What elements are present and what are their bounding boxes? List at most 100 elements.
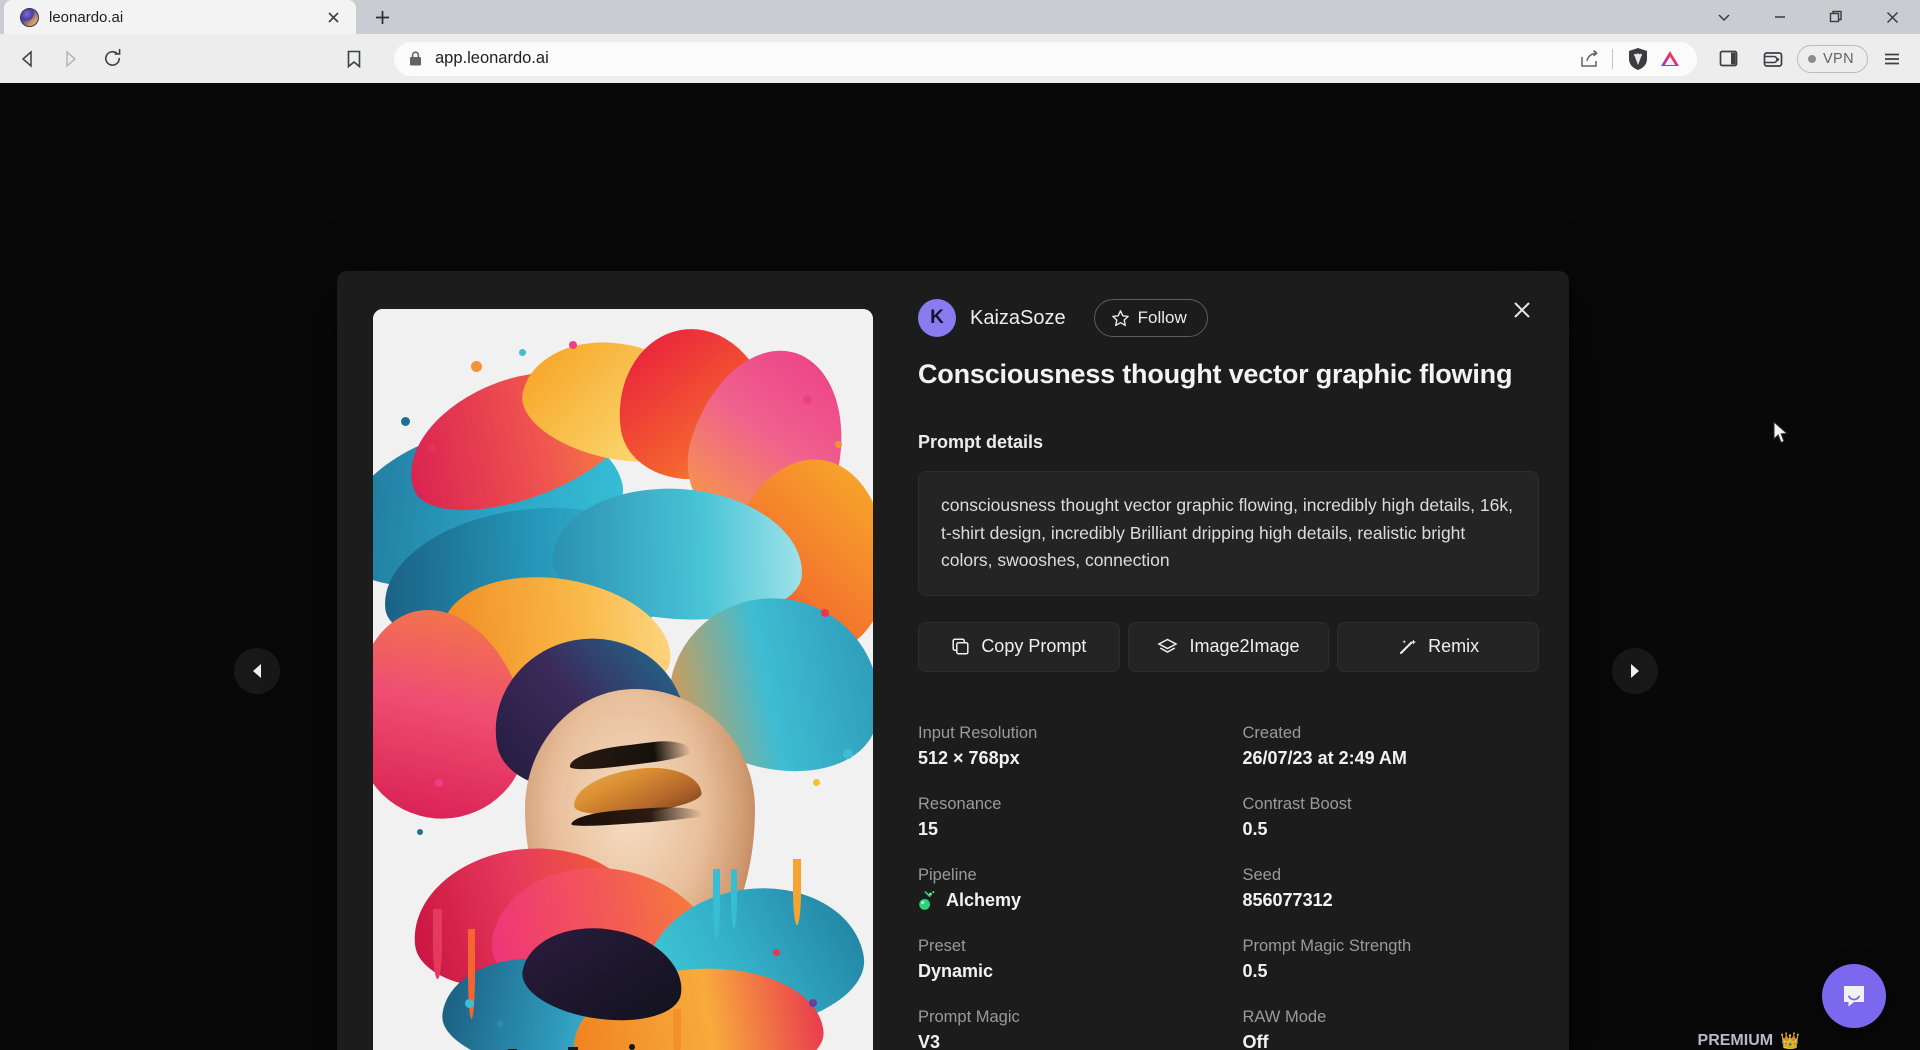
url-bar[interactable]: app.leonardo.ai (394, 42, 1697, 76)
metadata-item: Pipeline Alchemy (918, 866, 1215, 911)
share-icon[interactable] (1578, 48, 1600, 70)
tab-search-chevron-icon[interactable] (1696, 0, 1752, 34)
brave-leo-ai-icon[interactable] (1657, 46, 1683, 72)
follow-label: Follow (1138, 308, 1187, 328)
vpn-button[interactable]: VPN (1797, 45, 1868, 73)
web-page: K KaizaSoze Follow Consciousness thought… (0, 83, 1920, 1050)
metadata-item: Prompt Magic V3 (918, 1008, 1215, 1050)
metadata-key: Preset (918, 937, 1215, 956)
forward-icon (50, 39, 90, 79)
sidebar-toggle-icon[interactable] (1709, 39, 1749, 79)
generated-image[interactable] (373, 309, 873, 1050)
window-controls (1696, 0, 1920, 34)
vpn-label: VPN (1823, 51, 1854, 67)
metadata-item: Created 26/07/23 at 2:49 AM (1243, 724, 1540, 769)
copy-prompt-button[interactable]: Copy Prompt (918, 622, 1120, 672)
image2image-label: Image2Image (1189, 636, 1299, 657)
tab-close-icon[interactable] (322, 6, 344, 28)
mouse-cursor (1773, 421, 1789, 445)
metadata-key: Created (1243, 724, 1540, 743)
metadata-grid: Input Resolution 512 × 768px Created 26/… (918, 724, 1539, 1050)
intercom-chat-icon (1839, 981, 1869, 1011)
prompt-text: consciousness thought vector graphic flo… (941, 492, 1516, 575)
intercom-chat-button[interactable] (1822, 964, 1886, 1028)
lock-icon (408, 50, 423, 67)
bottom-status-strip: PREMIUM 👑 (1698, 1032, 1800, 1050)
copy-icon (951, 637, 970, 656)
previous-image-arrow-icon[interactable] (234, 648, 280, 694)
metadata-value: 512 × 768px (918, 748, 1215, 769)
next-image-arrow-icon[interactable] (1612, 648, 1658, 694)
author-name[interactable]: KaizaSoze (970, 307, 1066, 330)
close-window-icon[interactable] (1864, 0, 1920, 34)
new-tab-button[interactable] (364, 2, 400, 32)
metadata-value-pipeline: Alchemy (918, 890, 1215, 911)
page-title: Consciousness thought vector graphic flo… (918, 359, 1539, 390)
star-icon (1111, 309, 1130, 328)
metadata-value: Dynamic (918, 961, 1215, 982)
metadata-key: Prompt Magic Strength (1243, 937, 1540, 956)
metadata-key: RAW Mode (1243, 1008, 1540, 1027)
browser-tab[interactable]: leonardo.ai (4, 0, 356, 34)
bookmark-icon[interactable] (334, 39, 374, 79)
remix-label: Remix (1428, 636, 1479, 657)
bottom-status-text: PREMIUM (1698, 1032, 1774, 1050)
metadata-item: Seed 856077312 (1243, 866, 1540, 911)
tab-strip: leonardo.ai (0, 0, 1920, 34)
brave-wallet-icon[interactable] (1753, 39, 1793, 79)
pipeline-label: Alchemy (946, 890, 1021, 911)
close-modal-icon[interactable] (1505, 293, 1539, 327)
leonardo-favicon-icon (20, 8, 39, 27)
artwork-canvas (373, 309, 873, 1050)
back-icon[interactable] (8, 39, 48, 79)
restore-icon[interactable] (1808, 0, 1864, 34)
follow-button[interactable]: Follow (1094, 299, 1208, 337)
metadata-key: Prompt Magic (918, 1008, 1215, 1027)
metadata-key: Contrast Boost (1243, 795, 1540, 814)
alchemy-flask-icon (918, 890, 937, 911)
prompt-box[interactable]: consciousness thought vector graphic flo… (918, 471, 1539, 596)
remix-button[interactable]: Remix (1337, 622, 1539, 672)
author-row: K KaizaSoze Follow (918, 299, 1539, 337)
metadata-key: Seed (1243, 866, 1540, 885)
magic-wand-icon (1397, 637, 1417, 657)
navigation-toolbar: app.leonardo.ai (0, 34, 1920, 83)
metadata-value: 856077312 (1243, 890, 1540, 911)
prompt-details-label: Prompt details (918, 432, 1539, 453)
copy-prompt-label: Copy Prompt (981, 636, 1086, 657)
metadata-item: RAW Mode Off (1243, 1008, 1540, 1050)
metadata-item: Input Resolution 512 × 768px (918, 724, 1215, 769)
modal-details-column: K KaizaSoze Follow Consciousness thought… (862, 271, 1569, 1050)
metadata-value: 0.5 (1243, 819, 1540, 840)
metadata-value: Off (1243, 1032, 1540, 1050)
crown-icon: 👑 (1780, 1032, 1800, 1050)
toolbar-divider (1612, 49, 1613, 69)
browser-chrome: leonardo.ai (0, 0, 1920, 83)
browser-menu-icon[interactable] (1872, 39, 1912, 79)
metadata-value: V3 (918, 1032, 1215, 1050)
metadata-item: Contrast Boost 0.5 (1243, 795, 1540, 840)
modal-artwork-column (337, 271, 862, 1050)
image2image-button[interactable]: Image2Image (1128, 622, 1330, 672)
minimize-icon[interactable] (1752, 0, 1808, 34)
tab-title: leonardo.ai (49, 9, 312, 26)
url-text[interactable]: app.leonardo.ai (435, 49, 1566, 68)
metadata-key: Input Resolution (918, 724, 1215, 743)
prompt-action-row: Copy Prompt Image2Image (918, 622, 1539, 672)
metadata-key: Resonance (918, 795, 1215, 814)
metadata-item: Preset Dynamic (918, 937, 1215, 982)
metadata-value: 26/07/23 at 2:49 AM (1243, 748, 1540, 769)
urlbar-action-group (1578, 46, 1683, 72)
image-detail-modal: K KaizaSoze Follow Consciousness thought… (337, 271, 1569, 1050)
avatar[interactable]: K (918, 299, 956, 337)
metadata-value: 15 (918, 819, 1215, 840)
metadata-key: Pipeline (918, 866, 1215, 885)
toolbar-right-actions: VPN (1709, 39, 1912, 79)
metadata-item: Prompt Magic Strength 0.5 (1243, 937, 1540, 982)
brave-shields-icon[interactable] (1625, 46, 1651, 72)
metadata-item: Resonance 15 (918, 795, 1215, 840)
reload-icon[interactable] (92, 39, 132, 79)
metadata-value: 0.5 (1243, 961, 1540, 982)
vpn-status-dot (1808, 55, 1816, 63)
layers-icon (1157, 637, 1178, 657)
